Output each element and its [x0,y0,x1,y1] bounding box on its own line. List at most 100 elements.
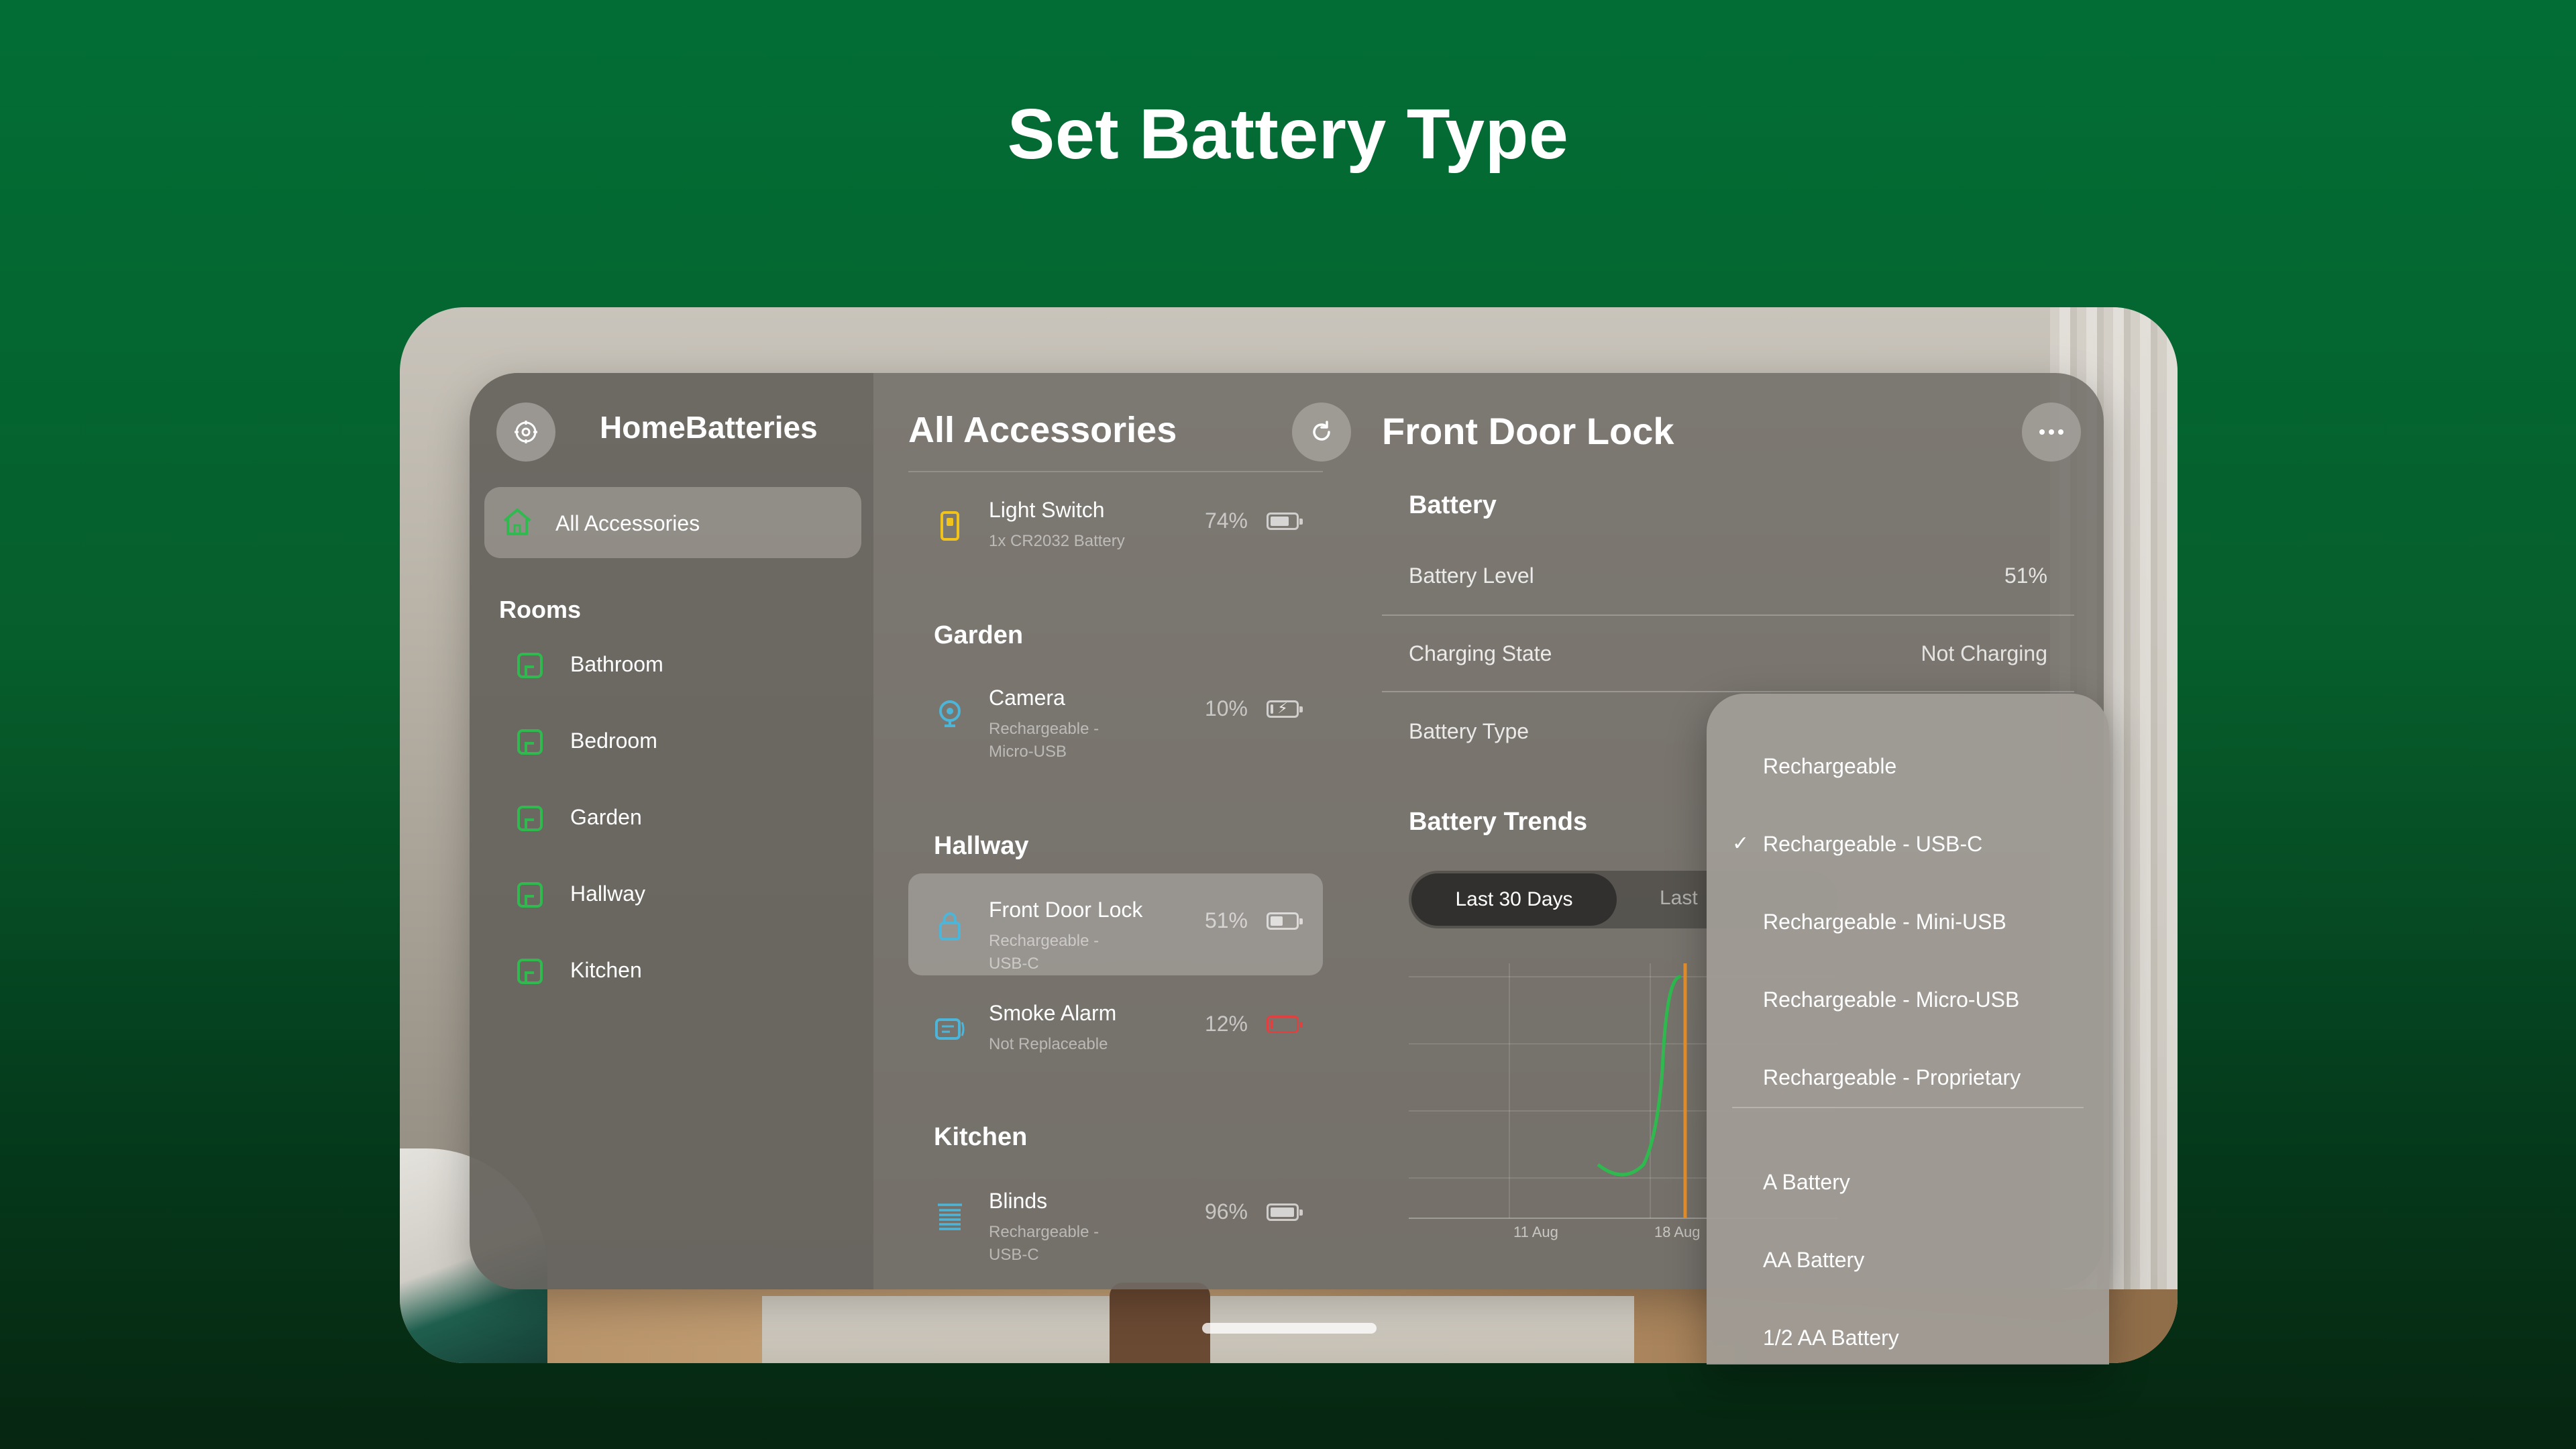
bolt-icon: ⚡ [1277,700,1288,716]
sidebar-item-all-accessories[interactable]: All Accessories [484,487,861,558]
accessory-row-front-door-lock[interactable]: Front Door Lock Rechargeable - USB-C 51% [908,873,1323,975]
row-divider [1382,691,2074,692]
settings-button[interactable] [496,402,555,462]
room-icon [517,959,543,984]
battery-icon [1267,1203,1303,1221]
page-headline: Set Battery Type [1007,95,1569,174]
menu-item-label: Rechargeable [1763,754,1897,778]
menu-item-rechargeable[interactable]: Rechargeable [1707,730,2109,804]
battery-level-row: Battery Level 51% [1382,538,2074,614]
battery-percentage: 74% [1204,508,1248,533]
battery-icon [1267,912,1303,930]
menu-item-half-aa-battery[interactable]: 1/2 AA Battery [1707,1301,2109,1364]
menu-item-label: AA Battery [1763,1248,1865,1272]
row-label: Charging State [1409,641,1552,665]
sidebar-item-garden[interactable]: Garden [484,785,861,852]
battery-percentage: 12% [1204,1012,1248,1036]
battery-trends-header: Battery Trends [1409,808,1588,836]
menu-item-label: Rechargeable - Proprietary [1763,1065,2021,1089]
menu-item-aa-battery[interactable]: AA Battery [1707,1224,2109,1297]
menu-item-label: A Battery [1763,1170,1850,1194]
refresh-icon [1313,421,1330,441]
room-icon [517,882,543,908]
more-button[interactable] [2022,402,2081,462]
row-label: Battery Level [1409,564,1534,588]
battery-fill [1271,916,1283,926]
accessory-subtitle: Rechargeable - USB-C [989,1223,1099,1264]
x-tick-label: 18 Aug [1654,1224,1701,1240]
room-icon [517,806,543,831]
x-tick-label: 11 Aug [1513,1224,1558,1240]
accessory-row-camera[interactable]: Camera Rechargeable - Micro-USB 10% ⚡ [908,661,1323,789]
sidebar-item-bathroom[interactable]: Bathroom [484,632,861,699]
plant-pot-decor [1110,1283,1210,1363]
list-divider [908,471,1323,472]
row-label: Battery Type [1409,719,1529,743]
sidebar: HomeBatteries All Accessories Rooms Bath… [470,373,873,1289]
battery-charging-icon: ⚡ [1267,700,1303,718]
battery-fill [1271,1208,1294,1217]
accessory-name: Front Door Lock [989,898,1143,922]
battery-fill [1271,517,1289,526]
accessory-name: Blinds [989,1189,1048,1213]
accessory-name: Smoke Alarm [989,1001,1117,1025]
blinds-icon [938,1203,962,1230]
section-header-kitchen: Kitchen [934,1123,1028,1151]
battery-section-header: Battery [1409,491,1497,519]
list-title: All Accessories [908,410,1177,450]
section-header-garden: Garden [934,621,1024,649]
menu-item-label: Rechargeable - USB-C [1763,832,1983,856]
segment-last[interactable]: Last [1660,887,1698,910]
accessory-subtitle: Rechargeable - USB-C [989,932,1099,973]
accessory-subtitle: Rechargeable - Micro-USB [989,720,1099,761]
light-switch-icon [941,511,959,541]
gear-icon [515,421,537,443]
rooms-header: Rooms [499,596,582,623]
trend-line [1597,975,1681,1177]
sidebar-item-label: Hallway [570,881,646,906]
sidebar-item-label: Bedroom [570,729,657,753]
sidebar-item-hallway[interactable]: Hallway [484,861,861,928]
section-header-hallway: Hallway [934,832,1029,860]
camera-icon [939,700,961,727]
accessory-subtitle: Not Replaceable [989,1035,1108,1053]
sidebar-item-label: Garden [570,805,642,829]
ellipsis-icon [2039,429,2063,435]
detail-title: Front Door Lock [1382,410,1674,452]
accessory-name: Light Switch [989,498,1105,522]
segment-last-30-days[interactable]: Last 30 Days [1411,873,1617,926]
battery-percentage: 51% [1204,908,1248,932]
menu-item-label: 1/2 AA Battery [1763,1326,1899,1350]
menu-item-label: Rechargeable - Mini-USB [1763,910,2006,934]
menu-item-a-battery[interactable]: A Battery [1707,1146,2109,1220]
sidebar-item-bedroom[interactable]: Bedroom [484,708,861,775]
sidebar-item-kitchen[interactable]: Kitchen [484,938,861,1005]
battery-low-icon [1267,1016,1303,1033]
sidebar-item-label: Kitchen [570,958,642,982]
sidebar-item-label: All Accessories [555,511,700,535]
charging-state-row: Charging State Not Charging [1382,616,2074,692]
accessory-row-smoke-alarm[interactable]: Smoke Alarm Not Replaceable 12% [908,977,1323,1079]
menu-divider [1732,1107,2084,1108]
room-icon [517,729,543,755]
battery-icon [1267,513,1303,530]
sidebar-item-label: Bathroom [570,652,663,676]
checkmark-icon: ✓ [1732,833,1750,855]
row-value: 51% [2004,564,2047,588]
accessory-row-light-switch[interactable]: Light Switch 1x CR2032 Battery 74% [908,474,1323,576]
menu-item-rechargeable-usb-c[interactable]: ✓ Rechargeable - USB-C [1707,808,2109,881]
room-icon [517,653,543,678]
smoke-alarm-icon [935,1018,965,1040]
menu-item-rechargeable-micro-usb[interactable]: Rechargeable - Micro-USB [1707,963,2109,1037]
accessory-name: Camera [989,686,1065,710]
menu-item-rechargeable-proprietary[interactable]: Rechargeable - Proprietary [1707,1041,2109,1115]
row-value: Not Charging [1921,641,2047,665]
menu-item-label: Rechargeable - Micro-USB [1763,987,2020,1012]
window-grabber[interactable] [1202,1323,1377,1334]
battery-fill [1271,1020,1273,1029]
accessory-subtitle: 1x CR2032 Battery [989,532,1125,550]
refresh-button[interactable] [1292,402,1351,462]
menu-item-rechargeable-mini-usb[interactable]: Rechargeable - Mini-USB [1707,885,2109,959]
accessory-row-blinds[interactable]: Blinds Rechargeable - USB-C 96% [908,1165,1323,1267]
home-icon [503,508,531,535]
